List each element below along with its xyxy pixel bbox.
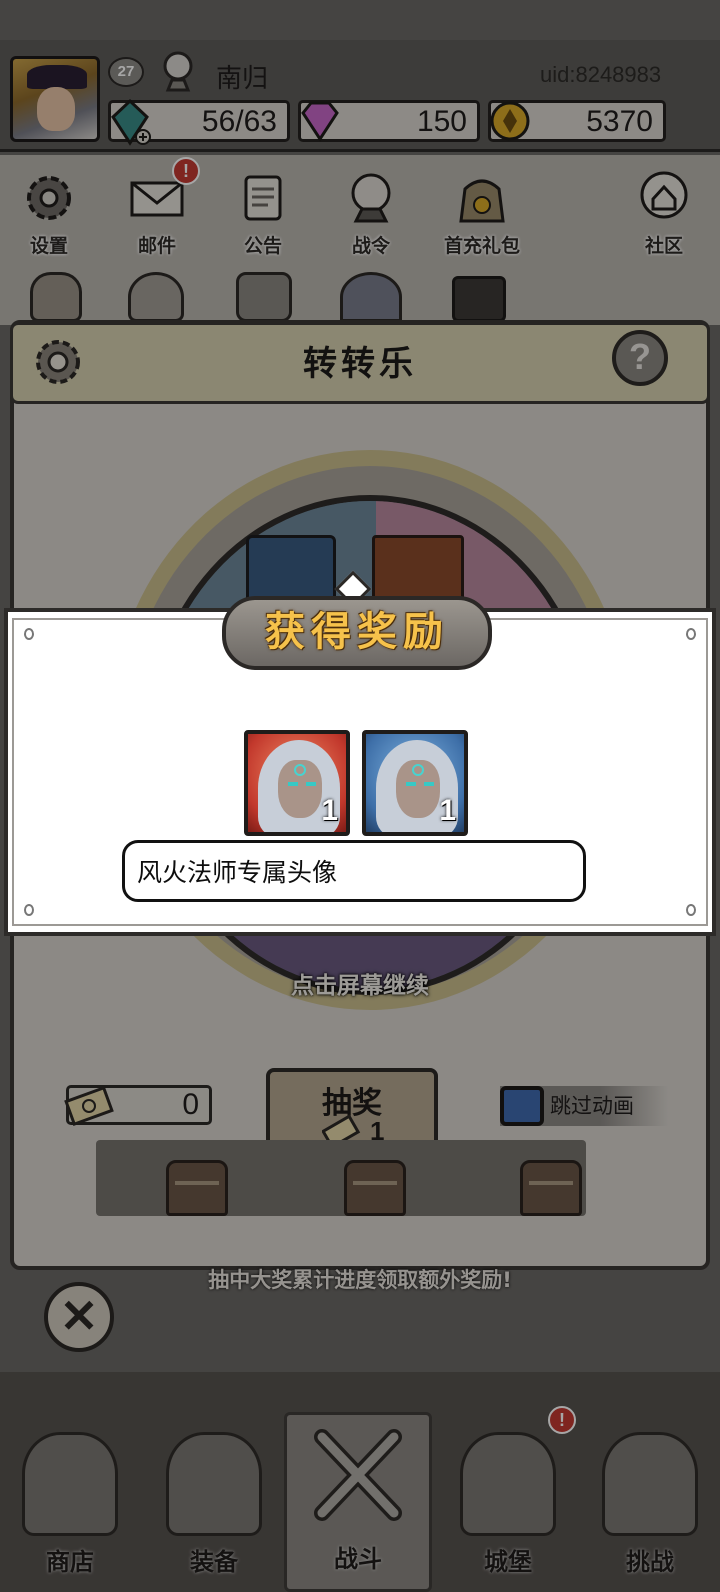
reward-description: 风火法师专属头像 [137, 858, 338, 887]
glowing-eye [406, 782, 416, 786]
glowing-eye [424, 782, 434, 786]
corner-ornament [686, 904, 696, 916]
reward-description-box: 风火法师专属头像 [122, 840, 586, 902]
reward-quantity: 1 [321, 794, 338, 827]
glowing-eye [306, 782, 316, 786]
reward-item[interactable]: 1 [244, 730, 350, 836]
reward-title-banner: 获得奖励 [222, 596, 492, 670]
reward-item[interactable]: 1 [362, 730, 468, 836]
glowing-eye [288, 782, 298, 786]
reward-title: 获得奖励 [265, 608, 449, 655]
corner-ornament [686, 628, 696, 640]
forehead-mark [294, 764, 306, 776]
corner-ornament [24, 628, 34, 640]
forehead-mark [412, 764, 424, 776]
corner-ornament [24, 904, 34, 916]
reward-quantity: 1 [439, 794, 456, 827]
